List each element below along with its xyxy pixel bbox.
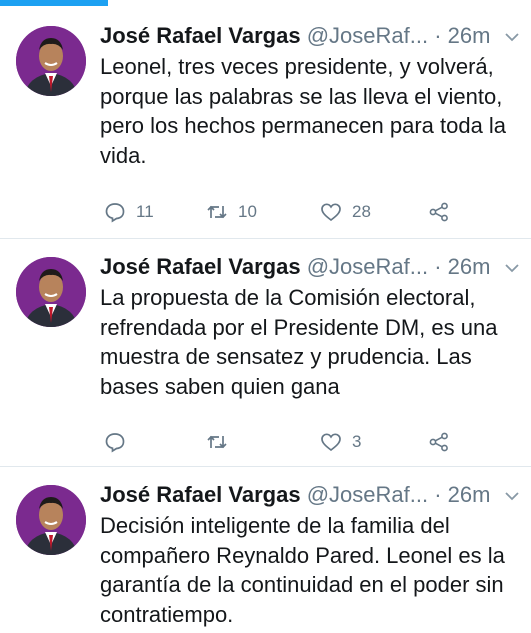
tweet-time: 26m — [447, 23, 491, 48]
like-button[interactable]: 28 — [320, 197, 371, 227]
reply-button[interactable]: 11 — [104, 197, 154, 227]
retweet-icon — [207, 205, 227, 219]
tweet-header: José Rafael Vargas @JoseRaf... · 26m — [100, 479, 531, 511]
author-name[interactable]: José Rafael Vargas — [100, 482, 301, 507]
reply-button[interactable] — [104, 427, 136, 457]
tweet-time: 26m — [447, 482, 491, 507]
retweet-button[interactable] — [206, 427, 238, 457]
retweet-count: 10 — [238, 202, 257, 221]
tweet-time: 26m — [447, 254, 491, 279]
reply-count: 11 — [136, 202, 154, 221]
tweet-header: José Rafael Vargas @JoseRaf... · 26m — [100, 251, 531, 283]
tweet-header: José Rafael Vargas @JoseRaf... · 26m — [100, 20, 531, 52]
tab-indicator — [0, 0, 108, 6]
author-handle[interactable]: @JoseRaf... — [307, 254, 428, 279]
chevron-down-icon[interactable] — [503, 487, 521, 505]
chevron-down-icon[interactable] — [503, 259, 521, 277]
tweet-text: La propuesta de la Comisión electoral, r… — [100, 285, 498, 399]
share-icon — [429, 432, 448, 452]
like-icon — [321, 433, 341, 452]
share-icon — [429, 202, 448, 222]
like-button[interactable]: 3 — [320, 427, 361, 457]
like-count: 28 — [352, 202, 371, 221]
tweet-card[interactable]: José Rafael Vargas @JoseRaf... · 26m Leo… — [0, 8, 531, 239]
separator-dot: · — [434, 254, 442, 279]
avatar[interactable] — [16, 26, 86, 96]
like-icon — [321, 203, 341, 222]
author-handle[interactable]: @JoseRaf... — [307, 482, 428, 507]
tweet-actions: 3 — [100, 427, 531, 457]
share-button[interactable] — [428, 197, 450, 227]
retweet-icon — [207, 435, 227, 449]
author-name[interactable]: José Rafael Vargas — [100, 23, 301, 48]
author-name[interactable]: José Rafael Vargas — [100, 254, 301, 279]
tweet-card[interactable]: José Rafael Vargas @JoseRaf... · 26m La … — [0, 239, 531, 467]
retweet-button[interactable]: 10 — [206, 197, 257, 227]
like-count: 3 — [352, 432, 362, 451]
separator-dot: · — [434, 482, 442, 507]
author-handle[interactable]: @JoseRaf... — [307, 23, 428, 48]
tweet-card[interactable]: José Rafael Vargas @JoseRaf... · 26m Dec… — [0, 467, 531, 633]
chevron-down-icon[interactable] — [503, 28, 521, 46]
reply-icon — [105, 203, 125, 223]
tweet-text: Decisión inteligente de la familia del c… — [100, 513, 505, 627]
reply-icon — [105, 433, 125, 453]
avatar[interactable] — [16, 485, 86, 555]
avatar[interactable] — [16, 257, 86, 327]
tweet-text: Leonel, tres veces presidente, y volverá… — [100, 54, 507, 168]
share-button[interactable] — [428, 427, 450, 457]
separator-dot: · — [434, 23, 442, 48]
tweet-actions: 11 10 28 — [100, 197, 531, 227]
